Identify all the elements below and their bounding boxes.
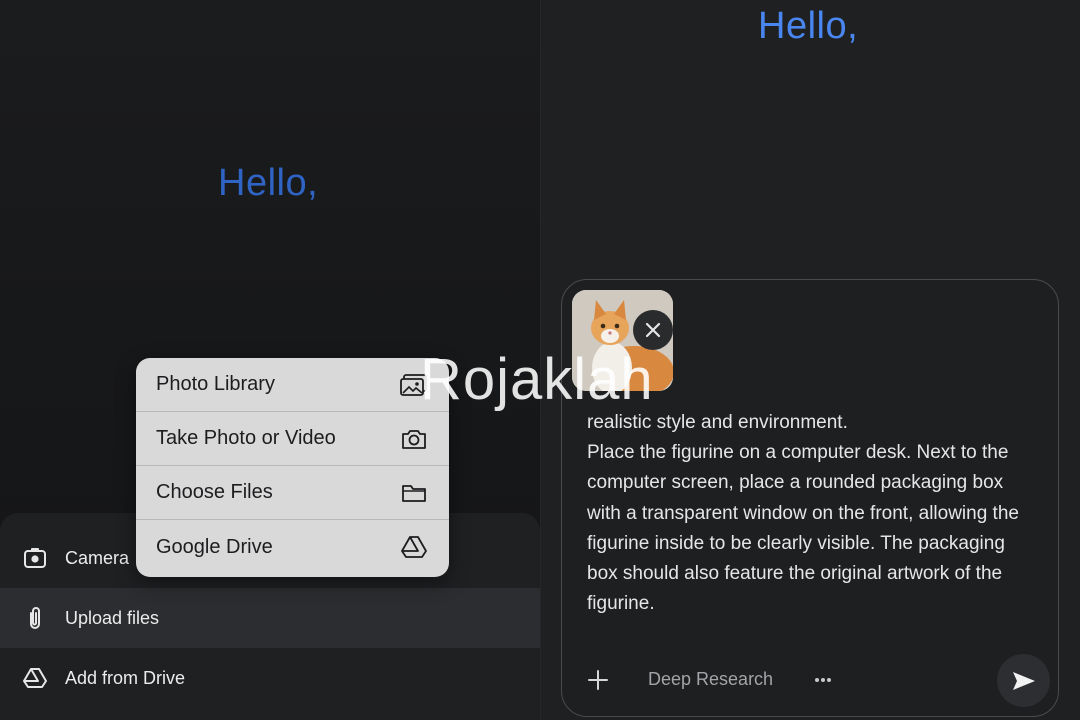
menu-item-label: Google Drive [156,535,273,558]
remove-attachment-button[interactable] [633,310,673,350]
watermark: Rojaklah [420,347,654,412]
menu-item-choose-files[interactable]: Choose Files [136,466,449,520]
plus-icon [588,670,608,690]
camera-icon [400,427,428,451]
sheet-item-label: Camera [65,547,130,568]
send-button[interactable] [997,654,1050,707]
menu-item-photo-library[interactable]: Photo Library [136,358,449,412]
more-icon [815,678,831,682]
prompt-composer: realistic style and environment. Place t… [561,279,1059,717]
menu-item-take-photo[interactable]: Take Photo or Video [136,412,449,466]
paperclip-icon [22,605,48,631]
sheet-item-upload-files[interactable]: Upload files [0,588,540,648]
greeting: Hello, [218,162,319,204]
sheet-item-label: Upload files [65,607,160,628]
drive-icon [22,665,48,691]
upload-source-menu: Photo Library Take Photo or Video Choose… [136,358,449,577]
menu-item-label: Take Photo or Video [156,427,336,449]
add-button[interactable] [586,668,610,692]
folder-icon [400,481,428,505]
camera-icon [22,545,48,571]
sheet-item-label: Add from Drive [65,667,186,688]
drive-icon [400,535,428,559]
more-options-button[interactable] [813,668,833,692]
deep-research-button[interactable]: Deep Research [648,669,773,690]
close-icon [645,322,661,338]
prompt-text[interactable]: realistic style and environment. Place t… [587,408,1027,619]
greeting: Hello, [758,5,859,47]
sheet-item-add-from-drive[interactable]: Add from Drive [0,648,540,708]
menu-item-label: Photo Library [156,373,275,395]
menu-item-label: Choose Files [156,481,273,503]
menu-item-google-drive[interactable]: Google Drive [136,520,449,574]
send-icon [1012,671,1035,690]
